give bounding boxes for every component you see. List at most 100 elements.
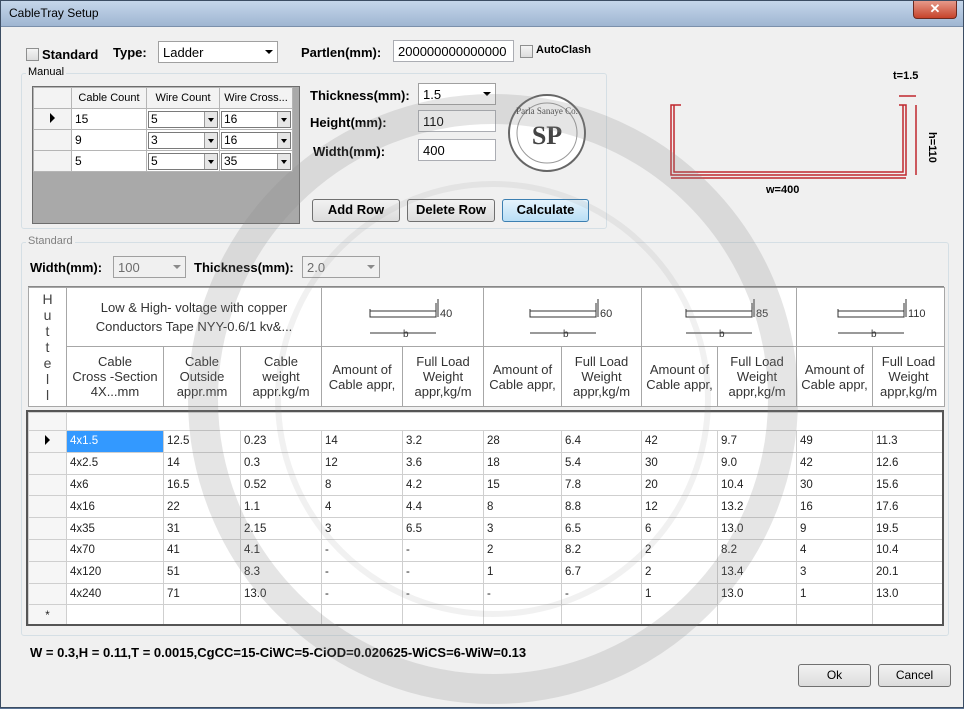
table-cell[interactable]: 42 — [641, 430, 718, 453]
dropdown-icon[interactable] — [204, 132, 217, 148]
table-cell[interactable] — [717, 604, 797, 624]
table-cell[interactable]: 0.23 — [240, 430, 322, 453]
standard-data-grid[interactable]: 4x1.5 12.5 0.23 14 3.2 28 6.4 42 9.7 49 11.3 4x2.5 1… — [26, 410, 944, 626]
table-cell[interactable]: 8.8 — [561, 495, 642, 519]
partlen-input[interactable]: 200000000000000 — [393, 40, 514, 62]
table-cell[interactable]: 20 — [641, 473, 718, 497]
row-header[interactable] — [28, 538, 67, 562]
wire-cross-cell[interactable]: 16 — [219, 108, 293, 130]
dropdown-icon[interactable] — [277, 111, 290, 127]
table-cell[interactable]: 6.7 — [561, 560, 642, 584]
table-cell[interactable]: 51 — [163, 560, 241, 584]
table-cell[interactable]: 12.5 — [163, 430, 241, 453]
col-wire-cross[interactable]: Wire Cross... — [219, 87, 293, 109]
table-cell[interactable]: 6 — [641, 517, 718, 540]
table-cell[interactable]: - — [321, 582, 403, 606]
width-input[interactable]: 400 — [418, 139, 496, 161]
std-thickness-select[interactable]: 2.0 — [302, 256, 380, 278]
dropdown-icon[interactable] — [204, 111, 217, 127]
table-cell[interactable]: 13.0 — [717, 582, 797, 606]
col-wire-count[interactable]: Wire Count — [146, 87, 220, 109]
row-header[interactable] — [28, 473, 67, 497]
table-cell[interactable]: 4x35 — [66, 517, 164, 540]
table-row[interactable]: 4x70 41 4.1- -2 8.2 2 8.2 4 10.4 — [28, 538, 942, 562]
table-row[interactable]: 4x2.5 14 0.3 12 3.6 18 5.4 30 9.0 42 12.6 — [28, 451, 942, 475]
table-cell[interactable]: 2 — [641, 538, 718, 562]
row-header[interactable] — [33, 150, 72, 172]
table-cell[interactable]: 13.4 — [717, 560, 797, 584]
table-cell[interactable]: - — [402, 560, 484, 584]
new-row[interactable]: * — [28, 604, 942, 624]
height-input[interactable]: 110 — [418, 110, 496, 132]
row-header[interactable] — [33, 129, 72, 151]
table-cell[interactable]: 16.5 — [163, 473, 241, 497]
table-cell[interactable]: 28 — [483, 430, 562, 453]
type-select[interactable]: Ladder — [158, 41, 278, 63]
table-cell[interactable]: 6.5 — [402, 517, 484, 540]
wire-count-cell[interactable]: 3 — [146, 129, 220, 151]
table-cell[interactable]: 4.2 — [402, 473, 484, 497]
table-cell[interactable]: 7.8 — [561, 473, 642, 497]
table-cell[interactable]: 13.2 — [717, 495, 797, 519]
table-cell[interactable]: 10.4 — [717, 473, 797, 497]
table-cell[interactable]: 42 — [796, 451, 873, 475]
table-cell[interactable]: 19.5 — [871, 517, 942, 540]
table-cell[interactable]: 3.2 — [402, 430, 484, 453]
col-cable-count[interactable]: Cable Count — [71, 87, 147, 109]
table-cell[interactable]: 6.5 — [561, 517, 642, 540]
table-row[interactable]: 4x1.5 12.5 0.23 14 3.2 28 6.4 42 9.7 49 11.3 — [28, 430, 942, 453]
table-row[interactable]: 4x120 51 8.3- -1 6.7 2 13.4 3 20.1 — [28, 560, 942, 584]
table-cell[interactable]: 2 — [483, 538, 562, 562]
table-cell[interactable]: 4 — [796, 538, 873, 562]
table-cell[interactable]: - — [402, 538, 484, 562]
new-row-icon[interactable]: * — [28, 604, 67, 624]
table-cell[interactable]: 4x2.5 — [66, 451, 164, 475]
table-cell[interactable]: 3 — [796, 560, 873, 584]
table-cell[interactable]: 4 — [321, 495, 403, 519]
table-cell[interactable]: 12 — [321, 451, 403, 475]
table-cell[interactable]: 13.0 — [871, 582, 942, 606]
row-header[interactable] — [28, 517, 67, 540]
table-cell[interactable]: 9 — [796, 517, 873, 540]
dropdown-icon[interactable] — [204, 153, 217, 169]
table-cell[interactable]: 17.6 — [871, 495, 942, 519]
calculate-button[interactable]: Calculate — [502, 199, 589, 222]
wire-cross-cell[interactable]: 16 — [219, 129, 293, 151]
table-cell[interactable]: 4.1 — [240, 538, 322, 562]
table-cell[interactable]: 11.3 — [871, 430, 942, 453]
table-cell[interactable]: 14 — [163, 451, 241, 475]
table-cell[interactable]: 4x6 — [66, 473, 164, 497]
table-cell[interactable]: - — [402, 582, 484, 606]
delete-row-button[interactable]: Delete Row — [407, 199, 495, 222]
row-header[interactable] — [28, 430, 67, 453]
manual-row[interactable]: 15 5 16 — [33, 108, 293, 130]
table-cell[interactable] — [240, 604, 322, 624]
table-cell[interactable] — [641, 604, 718, 624]
add-row-button[interactable]: Add Row — [312, 199, 400, 222]
table-cell[interactable]: 13.0 — [240, 582, 322, 606]
table-cell[interactable]: 22 — [163, 495, 241, 519]
thickness-select[interactable]: 1.5 — [418, 83, 496, 105]
table-cell[interactable]: 16 — [796, 495, 873, 519]
table-cell[interactable]: 8 — [483, 495, 562, 519]
table-cell[interactable]: 0.52 — [240, 473, 322, 497]
cancel-button[interactable]: Cancel — [878, 664, 951, 687]
table-cell[interactable]: - — [321, 538, 403, 562]
table-cell[interactable]: 1 — [483, 560, 562, 584]
table-cell[interactable]: 5.4 — [561, 451, 642, 475]
row-header[interactable] — [28, 560, 67, 584]
table-cell[interactable]: 6.4 — [561, 430, 642, 453]
manual-row[interactable]: 9 3 16 — [33, 129, 293, 151]
ok-button[interactable]: Ok — [798, 664, 871, 687]
table-cell[interactable] — [321, 604, 403, 624]
table-cell[interactable]: 3 — [483, 517, 562, 540]
table-cell[interactable]: 8 — [321, 473, 403, 497]
table-cell[interactable]: 15.6 — [871, 473, 942, 497]
standard-checkbox[interactable] — [26, 48, 39, 61]
table-cell[interactable] — [561, 604, 642, 624]
table-cell[interactable]: 3 — [321, 517, 403, 540]
table-cell[interactable]: 4x1.5 — [66, 430, 164, 453]
table-cell[interactable]: 14 — [321, 430, 403, 453]
table-cell[interactable]: 12 — [641, 495, 718, 519]
table-row[interactable]: 4x240 71 13.0- - - -1 13.0 1 13.0 — [28, 582, 942, 606]
